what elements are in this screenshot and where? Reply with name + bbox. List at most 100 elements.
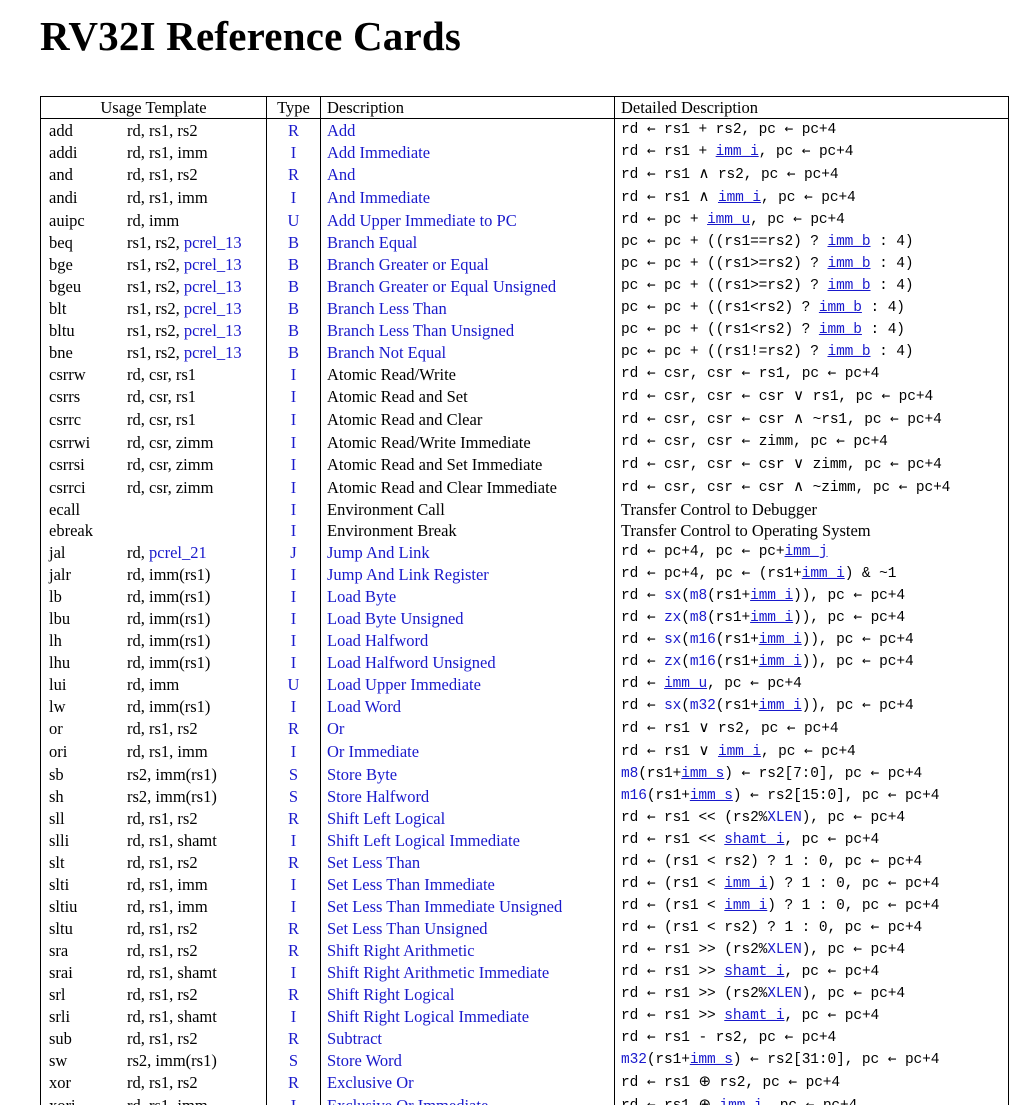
cell-description[interactable]: Shift Right Arithmetic Immediate xyxy=(320,961,615,983)
cell-instruction-type[interactable]: I xyxy=(266,476,321,499)
helper-function-link[interactable]: m16 xyxy=(621,788,647,804)
cell-description[interactable]: Branch Greater or Equal xyxy=(320,253,615,275)
instruction-type-link[interactable]: R xyxy=(267,852,320,873)
cell-description[interactable]: And Immediate xyxy=(320,186,615,209)
instruction-type-link[interactable]: R xyxy=(267,1028,320,1049)
immediate-field-link[interactable]: imm_s xyxy=(681,766,724,782)
cell-instruction-type[interactable]: I xyxy=(266,629,321,651)
immediate-field-link[interactable]: imm_i xyxy=(750,588,793,604)
description-link[interactable]: Branch Equal xyxy=(321,233,423,252)
description-link[interactable]: Add Immediate xyxy=(321,143,436,162)
description-link[interactable]: Load Halfword xyxy=(321,631,434,650)
cell-description[interactable]: Jump And Link Register xyxy=(320,563,615,585)
instruction-type-link[interactable]: S xyxy=(267,786,320,807)
immediate-field-link[interactable]: imm_i xyxy=(716,144,759,160)
cell-description[interactable]: Load Byte Unsigned xyxy=(320,607,615,629)
cell-description[interactable]: Branch Less Than Unsigned xyxy=(320,319,615,341)
helper-function-link[interactable]: XLEN xyxy=(767,942,802,958)
instruction-type-link[interactable]: R xyxy=(267,984,320,1005)
cell-instruction-type[interactable]: S xyxy=(266,763,321,785)
cell-instruction-type[interactable]: R xyxy=(266,119,321,141)
description-link[interactable]: Shift Right Logical Immediate xyxy=(321,1007,535,1026)
immediate-field-link[interactable]: shamt_i xyxy=(724,964,784,980)
description-link[interactable]: Load Upper Immediate xyxy=(321,675,487,694)
instruction-type-link[interactable]: R xyxy=(267,940,320,961)
description-link[interactable]: Subtract xyxy=(321,1029,388,1048)
instruction-type-link[interactable]: S xyxy=(267,764,320,785)
immediate-field-link[interactable]: imm_i xyxy=(718,744,761,760)
cell-instruction-type[interactable]: B xyxy=(266,297,321,319)
cell-description[interactable]: Set Less Than xyxy=(320,851,615,873)
helper-function-link[interactable]: m16 xyxy=(690,632,716,648)
description-link[interactable]: Shift Right Arithmetic xyxy=(321,941,481,960)
immediate-field-link[interactable]: imm_i xyxy=(759,654,802,670)
instruction-type-link[interactable]: I xyxy=(267,499,320,520)
instruction-type-link[interactable]: I xyxy=(267,386,320,407)
helper-function-link[interactable]: m16 xyxy=(690,654,716,670)
instruction-type-link[interactable]: I xyxy=(267,364,320,385)
instruction-type-link[interactable]: I xyxy=(267,1095,320,1105)
cell-instruction-type[interactable]: R xyxy=(266,807,321,829)
instruction-type-link[interactable]: I xyxy=(267,564,320,585)
description-link[interactable]: Branch Not Equal xyxy=(321,343,452,362)
cell-instruction-type[interactable]: I xyxy=(266,695,321,717)
cell-instruction-type[interactable]: I xyxy=(266,563,321,585)
helper-function-link[interactable]: sx xyxy=(664,632,681,648)
helper-function-link[interactable]: m8 xyxy=(621,766,638,782)
instruction-type-link[interactable]: I xyxy=(267,962,320,983)
cell-description[interactable]: Load Upper Immediate xyxy=(320,673,615,695)
cell-instruction-type[interactable]: I xyxy=(266,141,321,163)
instruction-type-link[interactable]: U xyxy=(267,674,320,695)
instruction-type-link[interactable]: I xyxy=(267,830,320,851)
cell-instruction-type[interactable]: R xyxy=(266,851,321,873)
cell-description[interactable]: Store Byte xyxy=(320,763,615,785)
helper-function-link[interactable]: m8 xyxy=(690,610,707,626)
helper-function-link[interactable]: m32 xyxy=(621,1052,647,1068)
immediate-field-link[interactable]: imm_i xyxy=(750,610,793,626)
cell-description[interactable]: Set Less Than Unsigned xyxy=(320,917,615,939)
description-link[interactable]: Store Word xyxy=(321,1051,408,1070)
instruction-type-link[interactable]: I xyxy=(267,1006,320,1027)
helper-function-link[interactable]: sx xyxy=(664,698,681,714)
helper-function-link[interactable]: XLEN xyxy=(767,810,802,826)
operand-link[interactable]: pcrel_21 xyxy=(149,543,207,562)
immediate-field-link[interactable]: imm_b xyxy=(827,344,870,360)
instruction-type-link[interactable]: I xyxy=(267,520,320,541)
immediate-field-link[interactable]: imm_b xyxy=(827,234,870,250)
helper-function-link[interactable]: m8 xyxy=(690,588,707,604)
description-link[interactable]: Set Less Than Immediate Unsigned xyxy=(321,897,568,916)
immediate-field-link[interactable]: imm_s xyxy=(690,1052,733,1068)
cell-description[interactable]: Shift Left Logical Immediate xyxy=(320,829,615,851)
description-link[interactable]: Add xyxy=(321,121,361,140)
instruction-type-link[interactable]: R xyxy=(267,1072,320,1093)
instruction-type-link[interactable]: B xyxy=(267,342,320,363)
cell-instruction-type[interactable]: R xyxy=(266,983,321,1005)
immediate-field-link[interactable]: imm_i xyxy=(724,876,767,892)
immediate-field-link[interactable]: imm_b xyxy=(819,300,862,316)
immediate-field-link[interactable]: imm_i xyxy=(759,632,802,648)
cell-description[interactable]: Exclusive Or Immediate xyxy=(320,1094,615,1105)
immediate-field-link[interactable]: imm_b xyxy=(827,278,870,294)
operand-link[interactable]: pcrel_13 xyxy=(184,255,242,274)
cell-description[interactable]: Or Immediate xyxy=(320,740,615,763)
description-link[interactable]: Load Byte xyxy=(321,587,402,606)
cell-instruction-type[interactable]: R xyxy=(266,917,321,939)
operand-link[interactable]: pcrel_13 xyxy=(184,299,242,318)
instruction-type-link[interactable]: I xyxy=(267,454,320,475)
cell-instruction-type[interactable]: I xyxy=(266,385,321,408)
description-link[interactable]: Or Immediate xyxy=(321,742,425,761)
helper-function-link[interactable]: zx xyxy=(664,654,681,670)
cell-instruction-type[interactable]: R xyxy=(266,1071,321,1094)
instruction-type-link[interactable]: B xyxy=(267,232,320,253)
cell-description[interactable]: Load Word xyxy=(320,695,615,717)
cell-instruction-type[interactable]: S xyxy=(266,785,321,807)
cell-instruction-type[interactable]: I xyxy=(266,453,321,476)
instruction-type-link[interactable]: I xyxy=(267,586,320,607)
cell-instruction-type[interactable]: R xyxy=(266,1027,321,1049)
description-link[interactable]: Load Byte Unsigned xyxy=(321,609,470,628)
description-link[interactable]: Branch Less Than Unsigned xyxy=(321,321,520,340)
immediate-field-link[interactable]: imm_i xyxy=(718,190,761,206)
cell-instruction-type[interactable]: I xyxy=(266,431,321,453)
cell-description[interactable]: Shift Right Arithmetic xyxy=(320,939,615,961)
operand-link[interactable]: pcrel_13 xyxy=(184,343,242,362)
